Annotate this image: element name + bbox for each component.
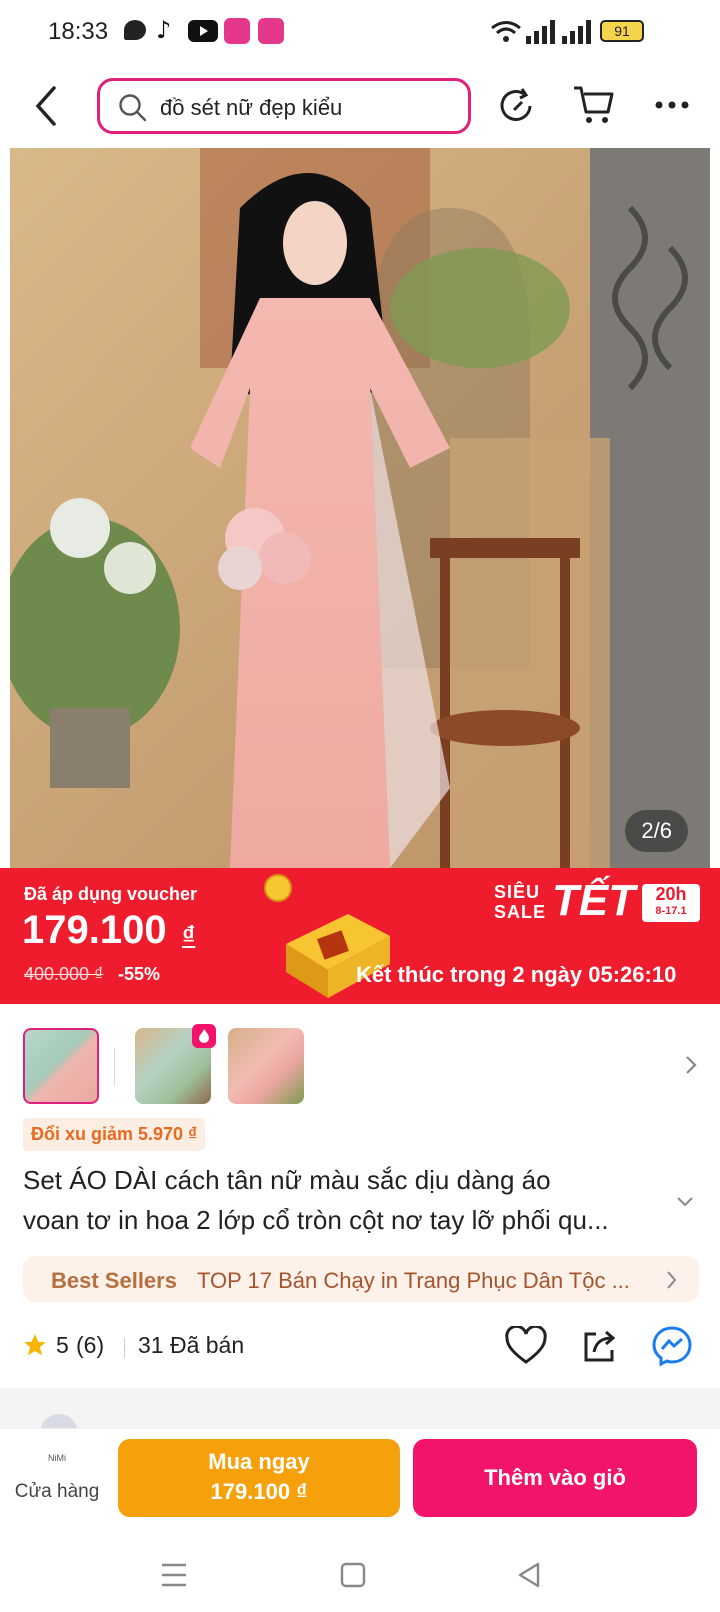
divider xyxy=(114,1048,115,1086)
chevron-right-icon[interactable] xyxy=(684,1054,698,1076)
image-counter: 2/6 xyxy=(625,810,688,852)
title-line-2: voan tơ in hoa 2 lớp cổ tròn cột nơ tay … xyxy=(23,1205,609,1235)
search-query: đồ sét nữ đẹp kiểu xyxy=(160,95,343,120)
add-to-cart-button[interactable]: Thêm vào giỏ xyxy=(413,1439,697,1517)
original-price: 400.000 ₫ xyxy=(24,964,104,984)
chevron-right-icon xyxy=(667,1271,677,1289)
sale-line-1: SIÊU xyxy=(494,882,541,902)
tiktok-icon: ♪ xyxy=(156,16,172,44)
expand-icon[interactable] xyxy=(676,1196,694,1208)
product-photo xyxy=(10,148,710,868)
title-line-1: Set ÁO DÀI cách tân nữ màu sắc dịu dàng … xyxy=(23,1165,551,1195)
menu-icon[interactable] xyxy=(160,1562,188,1588)
more-icon[interactable] xyxy=(654,100,690,110)
sale-price: 179.100 xyxy=(22,908,167,952)
heart-icon[interactable] xyxy=(504,1326,548,1366)
discount-badge: -55% xyxy=(118,964,161,984)
youtube-icon xyxy=(188,20,218,42)
store-button[interactable]: NiMi Cửa hàng xyxy=(10,1439,104,1529)
sale-brand: TẾT xyxy=(552,876,636,925)
sold-count: 31 Đã bán xyxy=(138,1332,245,1358)
messenger-icon[interactable] xyxy=(650,1324,694,1368)
promo-banner: Đã áp dụng voucher 179.100 ₫ 400.000 ₫ -… xyxy=(0,868,720,1004)
best-seller-text: TOP 17 Bán Chạy in Trang Phục Dân Tộc ..… xyxy=(197,1268,630,1293)
add-to-cart-label: Thêm vào giỏ xyxy=(484,1465,626,1490)
chat-icon xyxy=(124,20,146,40)
price-currency: ₫ xyxy=(182,920,196,950)
back-nav-icon[interactable] xyxy=(516,1562,542,1588)
store-logo: NiMi xyxy=(48,1453,66,1463)
best-seller-bar[interactable]: Best Sellers TOP 17 Bán Chạy in Trang Ph… xyxy=(23,1256,699,1302)
product-title: Set ÁO DÀI cách tân nữ màu sắc dịu dàng … xyxy=(23,1160,663,1240)
signal-icon xyxy=(562,20,591,44)
wifi-icon xyxy=(491,21,521,42)
cart-icon[interactable] xyxy=(572,84,616,126)
voucher-label: Đã áp dụng voucher xyxy=(24,884,198,904)
product-image[interactable]: 2/6 xyxy=(10,148,710,868)
back-icon[interactable] xyxy=(30,84,62,128)
home-icon[interactable] xyxy=(340,1562,366,1588)
search-input[interactable]: đồ sét nữ đẹp kiểu xyxy=(97,78,471,134)
share-icon[interactable] xyxy=(580,1326,620,1366)
thumbnail-strip xyxy=(0,1020,720,1110)
sale-date-badge: 20h 8-17.1 xyxy=(642,884,700,922)
rating-count[interactable]: (6) xyxy=(76,1332,104,1359)
system-nav-bar xyxy=(0,1538,720,1612)
sale-line-2: SALE xyxy=(494,902,547,922)
store-label: Cửa hàng xyxy=(14,1481,100,1502)
refresh-icon[interactable] xyxy=(498,86,538,126)
best-seller-label: Best Sellers xyxy=(51,1268,177,1293)
divider xyxy=(124,1338,125,1358)
fire-badge-icon xyxy=(192,1024,216,1048)
section-divider xyxy=(0,1388,720,1428)
battery-icon: 91 xyxy=(600,20,644,42)
countdown: Kết thúc trong 2 ngày 05:26:10 xyxy=(356,962,677,987)
search-icon xyxy=(119,94,147,122)
thumbnail-3[interactable] xyxy=(228,1028,304,1104)
bottom-action-bar: NiMi Cửa hàng Mua ngay 179.100 ₫ Thêm và… xyxy=(0,1428,720,1538)
rating-row: 5 (6) 31 Đã bán xyxy=(0,1320,720,1376)
top-bar: đồ sét nữ đẹp kiểu xyxy=(0,64,720,150)
sale-hour: 20h xyxy=(655,884,687,904)
status-bar: 18:33 ♪ 91 xyxy=(0,0,720,64)
rating-value: 5 xyxy=(56,1332,69,1358)
buy-now-button[interactable]: Mua ngay 179.100 ₫ xyxy=(118,1439,400,1517)
buy-now-label: Mua ngay xyxy=(208,1449,310,1474)
lazada-icon xyxy=(224,18,250,44)
coin-discount-tag[interactable]: Đổi xu giảm 5.970 ₫ xyxy=(23,1118,206,1151)
thumbnail-1[interactable] xyxy=(23,1028,99,1104)
signal-icon xyxy=(526,20,555,44)
buy-now-price: 179.100 ₫ xyxy=(210,1479,308,1504)
status-time: 18:33 xyxy=(48,18,109,45)
star-icon xyxy=(24,1334,46,1356)
sale-date: 8-17.1 xyxy=(655,905,687,917)
lazada-icon xyxy=(258,18,284,44)
